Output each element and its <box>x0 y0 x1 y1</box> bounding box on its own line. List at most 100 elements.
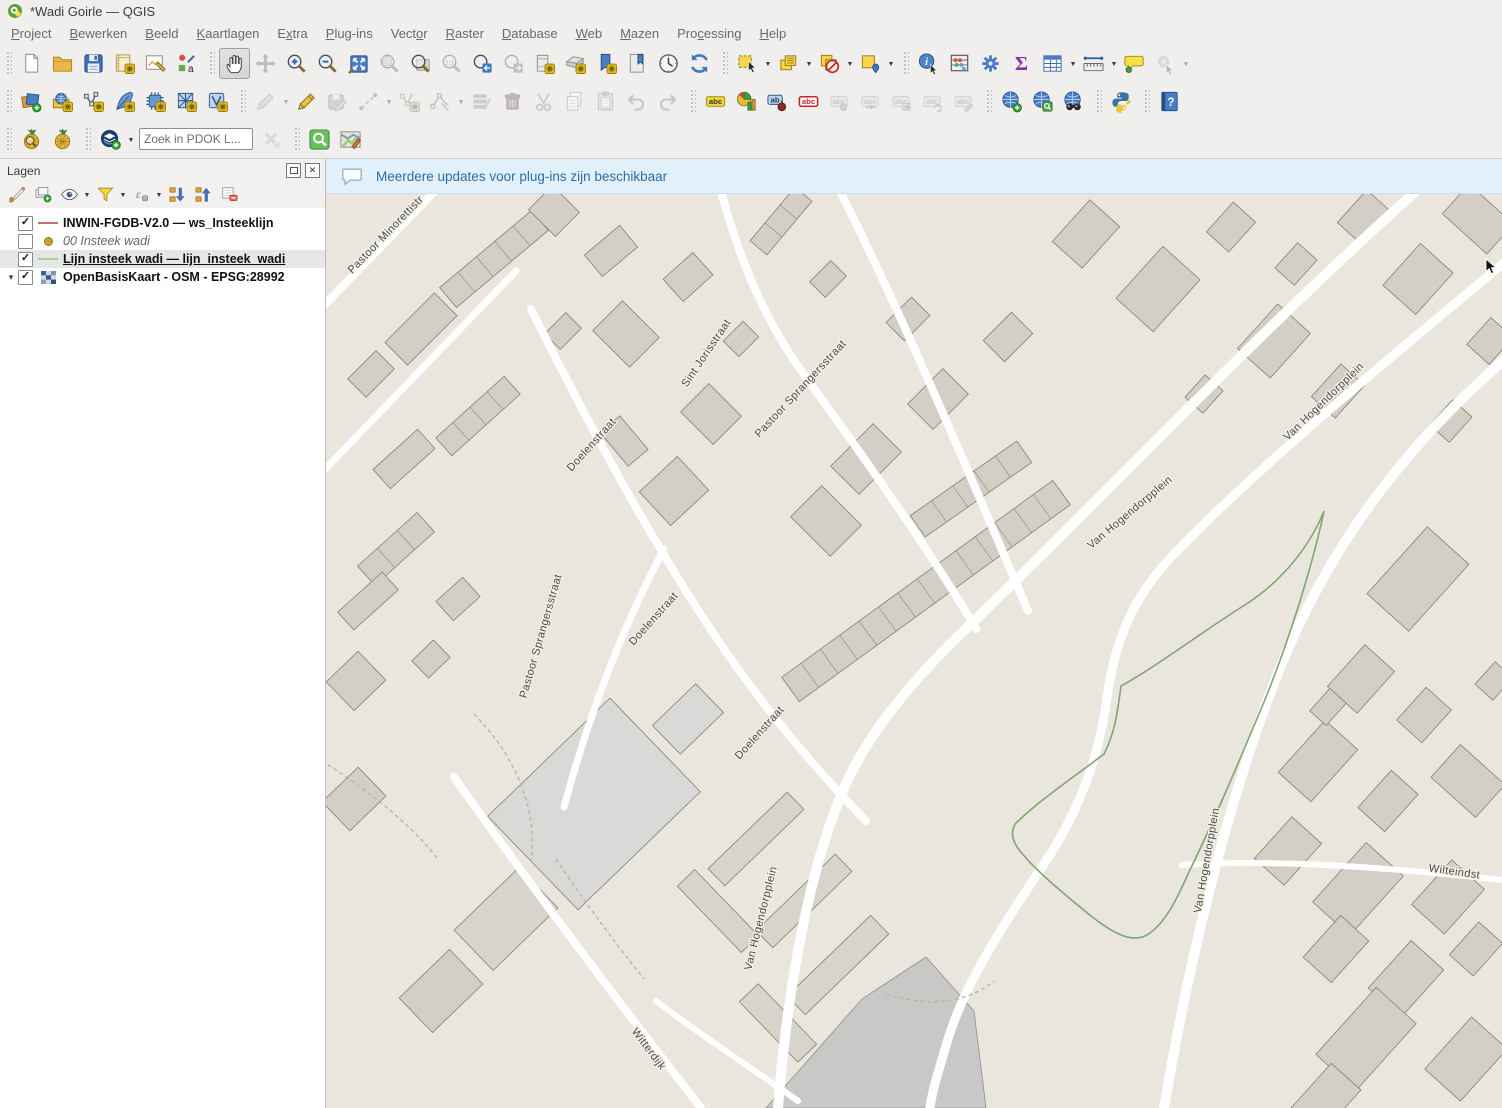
toggle-editing-button[interactable] <box>291 86 322 117</box>
remove-layer-button[interactable] <box>216 182 242 208</box>
pan-to-selection-button[interactable] <box>250 48 281 79</box>
identify-features-button[interactable]: i <box>913 48 944 79</box>
toolbar-drag-handle[interactable] <box>1143 88 1150 114</box>
map-canvas[interactable]: Pastoor MinorettistrSint JorisstraatPast… <box>326 159 1502 1108</box>
add-pdok-layer-dropdown[interactable]: ▼ <box>126 135 136 144</box>
open-attribute-table-button[interactable] <box>1037 48 1068 79</box>
pdok-geocoder-button[interactable] <box>16 124 47 155</box>
select-features-button[interactable] <box>732 48 763 79</box>
show-layout-manager-button[interactable] <box>140 48 171 79</box>
processing-toolbox-button[interactable] <box>975 48 1006 79</box>
quickosm-map-button[interactable] <box>335 124 366 155</box>
new-gpx-layer-button[interactable] <box>202 86 233 117</box>
menu-beeld[interactable]: Beeld <box>136 24 187 43</box>
layer-diagram-options-button[interactable] <box>731 86 762 117</box>
new-geopackage-layer-button[interactable] <box>47 86 78 117</box>
filter-by-expression-dropdown[interactable]: ▼ <box>154 190 164 199</box>
layer-checkbox[interactable]: ✓ <box>18 252 33 267</box>
filter-legend-dropdown[interactable]: ▼ <box>118 190 128 199</box>
layer-labeling-options-button[interactable]: abc <box>700 86 731 117</box>
toolbar-drag-handle[interactable] <box>1095 88 1102 114</box>
filter-legend-button[interactable] <box>92 182 118 208</box>
new-print-layout-button[interactable] <box>109 48 140 79</box>
menu-project[interactable]: Project <box>2 24 60 43</box>
measure-line-dropdown[interactable]: ▼ <box>1109 59 1119 68</box>
basic-statistics-button[interactable] <box>944 48 975 79</box>
manage-map-themes-dropdown[interactable]: ▼ <box>82 190 92 199</box>
show-bookmarks-button[interactable] <box>622 48 653 79</box>
select-features-by-value-dropdown[interactable]: ▼ <box>804 59 814 68</box>
zoom-full-button[interactable] <box>343 48 374 79</box>
add-catalog-layer-button[interactable] <box>996 86 1027 117</box>
add-group-button[interactable] <box>30 182 56 208</box>
map-tips-button[interactable] <box>1119 48 1150 79</box>
panel-float-button[interactable] <box>286 163 301 178</box>
style-manager-button[interactable]: a <box>171 48 202 79</box>
pin-unpin-labels-button[interactable]: ab <box>762 86 793 117</box>
toolbar-drag-handle[interactable] <box>84 126 91 152</box>
new-virtual-layer-button[interactable] <box>140 86 171 117</box>
add-pdok-layer-button[interactable] <box>95 124 126 155</box>
new-3d-map-view-button[interactable] <box>560 48 591 79</box>
menu-processing[interactable]: Processing <box>668 24 750 43</box>
zoom-to-layer-button[interactable] <box>405 48 436 79</box>
panel-close-button[interactable]: ✕ <box>305 163 320 178</box>
python-console-button[interactable] <box>1106 86 1137 117</box>
menu-extra[interactable]: Extra <box>268 24 316 43</box>
layer-item[interactable]: ✓INWIN-FGDB-V2.0 — ws_Insteeklijn <box>0 214 325 232</box>
new-project-button[interactable] <box>16 48 47 79</box>
filter-by-expression-button[interactable]: ε <box>128 182 154 208</box>
catalog-search-button[interactable] <box>1027 86 1058 117</box>
open-attribute-table-dropdown[interactable]: ▼ <box>1068 59 1078 68</box>
toolbar-drag-handle[interactable] <box>5 126 12 152</box>
statistical-summary-button[interactable]: Σ <box>1006 48 1037 79</box>
new-map-view-button[interactable] <box>529 48 560 79</box>
metasearch-button[interactable] <box>1058 86 1089 117</box>
new-shapefile-layer-button[interactable] <box>78 86 109 117</box>
notification-bar[interactable]: Meerdere updates voor plug-ins zijn besc… <box>326 159 1502 194</box>
toolbar-drag-handle[interactable] <box>208 50 215 76</box>
highlight-pinned-labels-button[interactable]: abc <box>793 86 824 117</box>
temporal-controller-button[interactable] <box>653 48 684 79</box>
toolbar-drag-handle[interactable] <box>239 88 246 114</box>
toolbar-drag-handle[interactable] <box>689 88 696 114</box>
toolbar-drag-handle[interactable] <box>293 126 300 152</box>
zoom-out-button[interactable] <box>312 48 343 79</box>
toolbar-drag-handle[interactable] <box>985 88 992 114</box>
new-spatialite-layer-button[interactable] <box>109 86 140 117</box>
expand-all-button[interactable] <box>164 182 190 208</box>
menu-bewerken[interactable]: Bewerken <box>60 24 136 43</box>
menu-raster[interactable]: Raster <box>437 24 493 43</box>
deselect-features-button[interactable] <box>814 48 845 79</box>
pdok-search-input[interactable] <box>139 128 253 150</box>
menu-kaartlagen[interactable]: Kaartlagen <box>188 24 269 43</box>
pan-map-button[interactable] <box>219 48 250 79</box>
pdok-toolbox-button[interactable] <box>47 124 78 155</box>
menu-web[interactable]: Web <box>567 24 612 43</box>
layer-item[interactable]: 00 Insteek wadi <box>0 232 325 250</box>
select-features-dropdown[interactable]: ▼ <box>763 59 773 68</box>
manage-map-themes-button[interactable] <box>56 182 82 208</box>
menu-mazen[interactable]: Mazen <box>611 24 668 43</box>
toolbar-drag-handle[interactable] <box>5 50 12 76</box>
quickmap-search-button[interactable] <box>304 124 335 155</box>
zoom-last-button[interactable] <box>467 48 498 79</box>
toolbar-drag-handle[interactable] <box>721 50 728 76</box>
layer-checkbox[interactable]: ✓ <box>18 216 33 231</box>
toolbar-drag-handle[interactable] <box>902 50 909 76</box>
deselect-features-dropdown[interactable]: ▼ <box>845 59 855 68</box>
toolbar-drag-handle[interactable] <box>5 88 12 114</box>
measure-line-button[interactable] <box>1078 48 1109 79</box>
open-layer-styling-button[interactable] <box>4 182 30 208</box>
data-source-manager-button[interactable] <box>16 86 47 117</box>
expander-icon[interactable]: ▾ <box>4 272 18 283</box>
help-contents-button[interactable]: ? <box>1154 86 1185 117</box>
refresh-map-button[interactable] <box>684 48 715 79</box>
select-by-location-button[interactable] <box>855 48 886 79</box>
layer-item[interactable]: ✓Lijn insteek wadi — lijn_insteek_wadi <box>0 250 325 268</box>
menu-database[interactable]: Database <box>493 24 567 43</box>
new-spatial-bookmark-button[interactable] <box>591 48 622 79</box>
new-mesh-layer-button[interactable] <box>171 86 202 117</box>
menu-vector[interactable]: Vector <box>382 24 437 43</box>
layer-checkbox[interactable]: ✓ <box>18 270 33 285</box>
